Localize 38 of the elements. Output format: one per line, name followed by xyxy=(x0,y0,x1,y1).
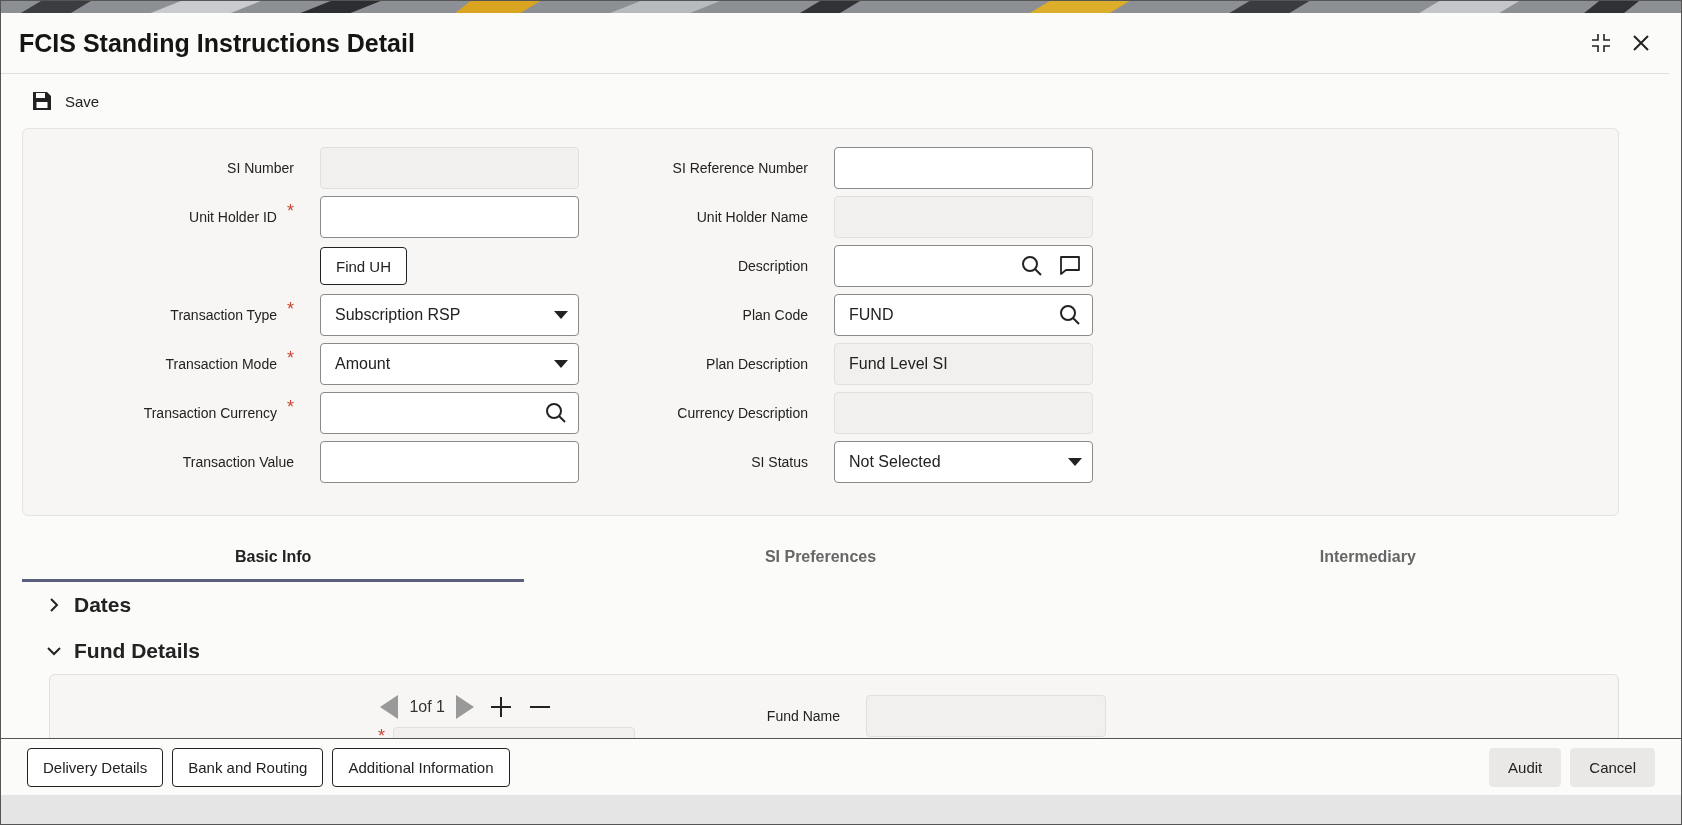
footer-button[interactable]: Additional Information xyxy=(332,747,510,787)
field-label: Description xyxy=(737,258,808,274)
required-mark: * xyxy=(287,202,294,220)
field-label: Fund Name xyxy=(765,708,840,724)
field-label: SI Status xyxy=(751,454,808,470)
field-label: Transaction Currency xyxy=(143,405,277,421)
footer-button[interactable]: Audit xyxy=(1489,747,1562,787)
field-label: Plan Description xyxy=(706,356,808,372)
field-label: Transaction Mode xyxy=(165,356,277,372)
field-label: Transaction Value xyxy=(182,454,294,470)
dropdown-field[interactable]: Amount xyxy=(320,343,579,385)
required-mark: * xyxy=(287,300,294,318)
footer-button[interactable]: Bank and Routing xyxy=(172,747,324,787)
tab[interactable]: Intermediary xyxy=(1116,538,1619,582)
find-button[interactable]: Find UH xyxy=(320,247,407,285)
footer-button[interactable]: Cancel xyxy=(1570,747,1655,787)
page-counter: 1of 1 xyxy=(409,698,445,716)
field-label: SI Reference Number xyxy=(672,160,808,176)
section-title[interactable]: Dates xyxy=(74,593,132,617)
field-label: Unit Holder Name xyxy=(696,209,808,225)
required-mark: * xyxy=(378,727,385,738)
field-label: Unit Holder ID xyxy=(189,209,277,225)
field-label: Currency Description xyxy=(677,405,808,421)
footer-button[interactable]: Delivery Details xyxy=(27,747,164,787)
tab[interactable]: SI Preferences xyxy=(569,538,1072,582)
dropdown-field[interactable]: Subscription RSP xyxy=(320,294,579,336)
field-label: Plan Code xyxy=(742,307,808,323)
window-title: FCIS Standing Instructions Detail xyxy=(19,28,415,58)
field-label: Transaction Type xyxy=(170,307,277,323)
dropdown-field[interactable]: Not Selected xyxy=(834,441,1093,483)
required-mark: * xyxy=(287,398,294,416)
field-label: SI Number xyxy=(227,160,294,176)
tab[interactable]: Basic Info xyxy=(22,538,525,582)
save-button[interactable]: Save xyxy=(29,88,102,114)
lookup-field[interactable]: FUND xyxy=(834,294,1093,336)
section-title[interactable]: Fund Details xyxy=(74,639,200,663)
required-mark: * xyxy=(287,349,294,367)
readonly-field: Fund Level SI xyxy=(834,343,1093,385)
